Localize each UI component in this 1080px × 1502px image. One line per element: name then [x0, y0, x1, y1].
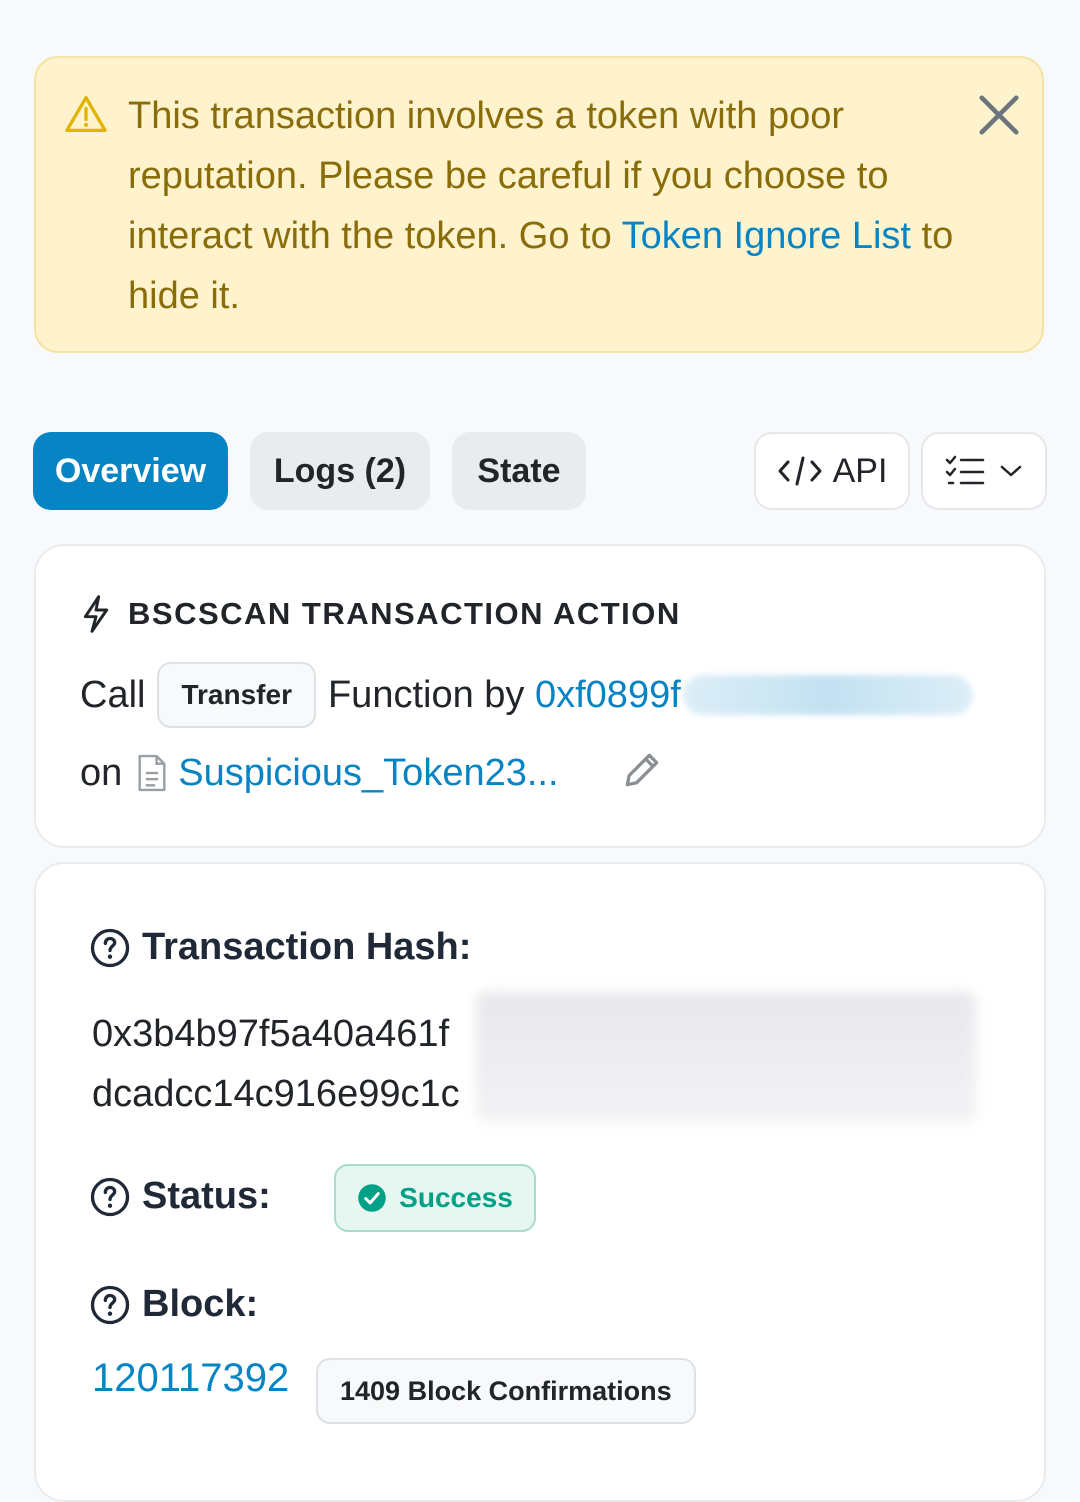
- transaction-hash-value: 0x3b4b97f5a40a461f dcadcc14c916e99c1c: [92, 1004, 460, 1124]
- help-icon[interactable]: [90, 1285, 130, 1325]
- status-label-text: Status:: [142, 1175, 271, 1217]
- action-token-row: on Suspicious_Token23...: [80, 742, 559, 804]
- help-icon[interactable]: [90, 1177, 130, 1217]
- action-heading-text: BSCSCAN TRANSACTION ACTION: [128, 596, 681, 631]
- function-chip: Transfer: [157, 662, 316, 728]
- call-text: Call: [80, 673, 146, 716]
- hash-line-2: dcadcc14c916e99c1c: [92, 1073, 460, 1115]
- action-call-row: Call Transfer Function by 0xf0899f: [80, 662, 973, 728]
- block-number-link[interactable]: 120117392: [92, 1356, 289, 1401]
- api-label: API: [832, 451, 888, 490]
- tab-overview[interactable]: Overview: [33, 432, 228, 510]
- token-ignore-list-link[interactable]: Token Ignore List: [622, 215, 911, 257]
- warning-alert: This transaction involves a token with p…: [34, 56, 1044, 353]
- warning-icon: [65, 96, 107, 132]
- tab-state[interactable]: State: [452, 432, 586, 510]
- block-label: Block:: [90, 1283, 258, 1326]
- alert-message: This transaction involves a token with p…: [128, 86, 978, 326]
- code-icon: [778, 456, 822, 486]
- view-options-dropdown[interactable]: [921, 432, 1047, 510]
- status-value: Success: [399, 1182, 513, 1213]
- transaction-details-card: Transaction Hash: 0x3b4b97f5a40a461f dca…: [34, 862, 1046, 1502]
- document-icon: [138, 754, 166, 792]
- pencil-icon[interactable]: [620, 748, 664, 792]
- redacted-hash: [476, 992, 976, 1122]
- block-label-text: Block:: [142, 1283, 259, 1325]
- transaction-hash-label-text: Transaction Hash:: [142, 926, 472, 968]
- redacted-address: [682, 675, 973, 715]
- transaction-action-card: BSCSCAN TRANSACTION ACTION Call Transfer…: [34, 544, 1046, 848]
- function-by-text: Function by: [327, 673, 525, 716]
- check-circle-icon: [358, 1184, 386, 1212]
- status-badge: Success: [334, 1164, 536, 1232]
- api-button[interactable]: API: [754, 432, 910, 510]
- token-link[interactable]: Suspicious_Token23...: [178, 752, 558, 795]
- on-text: on: [80, 751, 123, 794]
- help-icon[interactable]: [90, 928, 130, 968]
- hash-line-1: 0x3b4b97f5a40a461f: [92, 1013, 450, 1055]
- tab-logs[interactable]: Logs (2): [250, 432, 430, 510]
- transaction-hash-label: Transaction Hash:: [90, 926, 471, 969]
- status-label: Status:: [90, 1175, 271, 1218]
- block-confirmations-badge: 1409 Block Confirmations: [316, 1358, 696, 1424]
- close-icon[interactable]: [976, 92, 1022, 138]
- from-address-link[interactable]: 0xf0899f: [535, 674, 681, 717]
- lightning-icon: [83, 595, 109, 633]
- checklist-icon: [945, 455, 985, 485]
- action-heading: BSCSCAN TRANSACTION ACTION: [80, 594, 681, 634]
- chevron-down-icon: [1000, 465, 1022, 477]
